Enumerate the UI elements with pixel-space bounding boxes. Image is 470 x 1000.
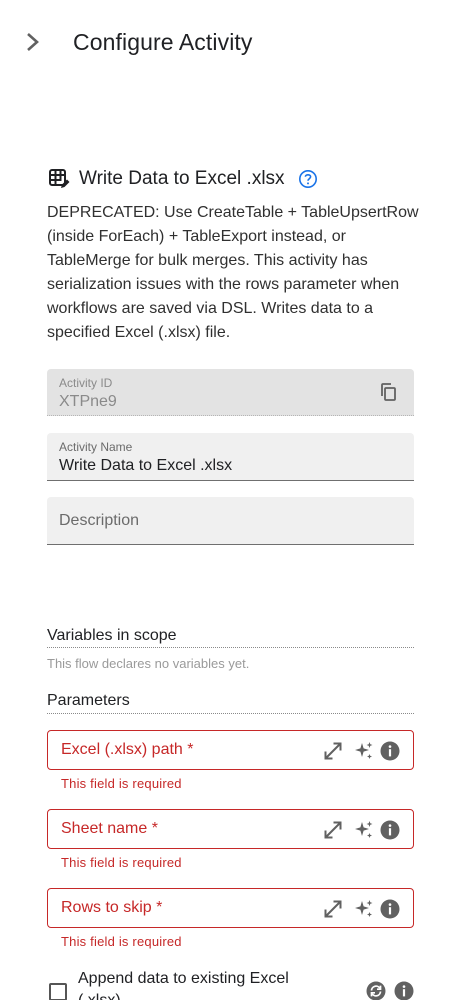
rows-to-skip-field[interactable]: Rows to skip * [47, 888, 414, 928]
parameters-divider [47, 713, 414, 714]
sparkle-icon[interactable] [354, 741, 374, 761]
description-placeholder[interactable]: Description [59, 512, 139, 530]
sheet-name-error: This field is required [61, 855, 182, 870]
rows-to-skip-label: Rows to skip * [61, 899, 163, 916]
activity-description: DEPRECATED: Use CreateTable + TableUpser… [47, 204, 419, 341]
activity-name-label: Activity Name [59, 440, 133, 454]
help-circle-icon[interactable] [298, 169, 318, 189]
sheet-name-label: Sheet name * [61, 820, 158, 837]
activity-name-field[interactable]: Activity Name Write Data to Excel .xlsx [47, 433, 414, 481]
field-actions [322, 819, 400, 841]
append-data-checkbox[interactable] [49, 983, 67, 1000]
sync-icon[interactable] [366, 981, 386, 1000]
sheet-name-field[interactable]: Sheet name * [47, 809, 414, 849]
variables-empty-text: This flow declares no variables yet. [47, 656, 250, 671]
expand-icon[interactable] [322, 819, 344, 841]
description-field[interactable]: Description [47, 497, 414, 545]
parameters-section-title: Parameters [47, 692, 130, 709]
activity-title: Write Data to Excel .xlsx [79, 168, 285, 189]
table-edit-icon [49, 169, 70, 188]
activity-id-field: Activity ID XTPne9 [47, 369, 414, 416]
page-title: Configure Activity [73, 29, 253, 55]
excel-path-error: This field is required [61, 776, 182, 791]
info-icon[interactable] [380, 899, 400, 919]
info-icon[interactable] [380, 741, 400, 761]
variables-divider [47, 647, 414, 648]
sparkle-icon[interactable] [354, 899, 374, 919]
option-actions [366, 981, 414, 1000]
append-data-label[interactable]: Append data to existing Excel (.xlsx) [78, 968, 328, 1000]
info-icon[interactable] [394, 981, 414, 1000]
chevron-right-icon[interactable] [22, 30, 44, 54]
append-data-option[interactable]: Append data to existing Excel (.xlsx) [47, 968, 414, 1000]
copy-icon[interactable] [378, 382, 398, 402]
panel-header: Configure Activity [0, 0, 470, 84]
sparkle-icon[interactable] [354, 820, 374, 840]
expand-icon[interactable] [322, 898, 344, 920]
excel-path-field[interactable]: Excel (.xlsx) path * [47, 730, 414, 770]
field-actions [322, 740, 400, 762]
activity-id-label: Activity ID [59, 376, 113, 390]
info-icon[interactable] [380, 820, 400, 840]
activity-header: Write Data to Excel .xlsx [47, 165, 318, 193]
expand-icon[interactable] [322, 740, 344, 762]
variables-section-title: Variables in scope [47, 627, 177, 644]
activity-name-value[interactable]: Write Data to Excel .xlsx [59, 457, 232, 475]
activity-id-value: XTPne9 [59, 393, 117, 410]
field-actions [322, 898, 400, 920]
excel-path-label: Excel (.xlsx) path * [61, 741, 194, 758]
rows-to-skip-error: This field is required [61, 934, 182, 949]
